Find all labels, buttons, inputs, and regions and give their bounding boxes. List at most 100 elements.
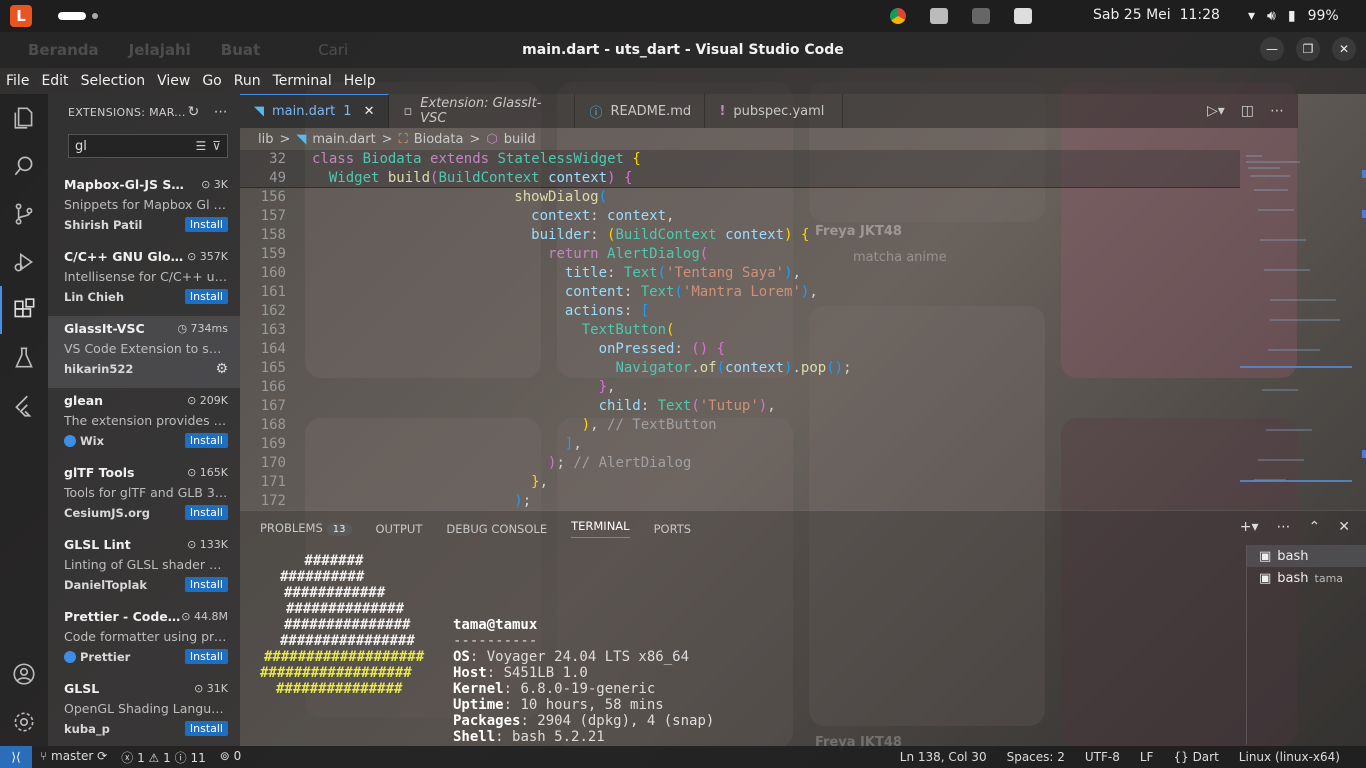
clock[interactable]: Sab 25 Mei 11:28 xyxy=(1093,7,1220,23)
extension-item[interactable]: glTF Tools ⊙ 165K Tools for glTF and GLB 3… xyxy=(48,460,240,532)
install-button[interactable]: Install xyxy=(184,577,228,592)
breadcrumb-item[interactable]: build xyxy=(504,132,536,147)
maximize-button[interactable]: ❐ xyxy=(1296,37,1320,61)
more-actions-icon[interactable]: ⋯ xyxy=(1270,103,1284,119)
remote-icon[interactable]: ⟩⟨ xyxy=(0,746,32,768)
install-button[interactable]: Install xyxy=(184,721,228,736)
menu-terminal[interactable]: Terminal xyxy=(267,73,338,89)
testing-icon[interactable] xyxy=(0,334,48,382)
new-terminal-icon[interactable]: +▾ xyxy=(1240,519,1259,535)
panel-tab-problems[interactable]: PROBLEMS 13 xyxy=(260,521,352,536)
gear-icon[interactable] xyxy=(0,698,48,746)
refresh-icon[interactable]: ↻ xyxy=(188,104,200,120)
platform[interactable]: Linux (linux-x64) xyxy=(1239,750,1340,764)
extension-search-input[interactable]: gl ☰ ⊽ xyxy=(68,134,228,158)
extension-item[interactable]: Mapbox-Gl-JS Sni... ⊙ 3K Snippets for Mapb… xyxy=(48,172,240,244)
cursor-position[interactable]: Ln 138, Col 30 xyxy=(900,750,987,764)
account-icon[interactable] xyxy=(0,650,48,698)
close-button[interactable]: ✕ xyxy=(1332,37,1356,61)
filter-icon[interactable]: ⊽ xyxy=(212,139,221,153)
extensions-icon[interactable] xyxy=(0,286,48,334)
extension-item[interactable]: glean ⊙ 209K The extension provides re... W… xyxy=(48,388,240,460)
split-editor-icon[interactable]: ◫ xyxy=(1241,103,1254,119)
indentation[interactable]: Spaces: 2 xyxy=(1007,750,1065,764)
info-key: Shell xyxy=(453,729,496,745)
source-control-icon[interactable] xyxy=(0,190,48,238)
more-icon[interactable]: ⋯ xyxy=(214,104,228,120)
install-button[interactable]: Install xyxy=(184,217,228,232)
tab-pubspec[interactable]: ! pubspec.yaml xyxy=(705,94,844,128)
ports-icon: ⊚ xyxy=(219,748,230,763)
clipboard-icon[interactable] xyxy=(972,8,990,24)
search-icon[interactable] xyxy=(0,142,48,190)
panel-tab-output[interactable]: OUTPUT xyxy=(376,522,423,536)
terminal-item[interactable]: ▣ bash tama xyxy=(1247,567,1366,589)
terminal-item[interactable]: ▣ bash xyxy=(1247,545,1366,567)
close-panel-icon[interactable]: ✕ xyxy=(1338,519,1350,535)
install-button[interactable]: Install xyxy=(184,649,228,664)
activity-bar xyxy=(0,94,48,746)
minimize-button[interactable]: — xyxy=(1260,37,1284,61)
ports-status[interactable]: ⊚ 0 xyxy=(220,749,242,766)
code-line: Widget build(BuildContext context) { xyxy=(328,170,633,186)
menu-view[interactable]: View xyxy=(151,73,196,89)
extension-item[interactable]: GLSL ⊙ 31K OpenGL Shading Languag... kuba_p… xyxy=(48,676,240,748)
breadcrumb-item[interactable]: lib xyxy=(258,132,273,147)
breadcrumb-item[interactable]: Biodata xyxy=(414,132,464,147)
install-button[interactable]: Install xyxy=(184,433,228,448)
workspace-indicator[interactable] xyxy=(58,12,98,20)
menu-run[interactable]: Run xyxy=(228,73,267,89)
minimap[interactable] xyxy=(1240,150,1366,510)
branch-status[interactable]: ⑂ master ⟳ xyxy=(40,749,107,766)
gear-icon[interactable]: ⚙ xyxy=(215,361,228,377)
breadcrumb-item[interactable]: main.dart xyxy=(312,132,375,147)
extension-item[interactable]: GLSL Lint ⊙ 133K Linting of GLSL shader co… xyxy=(48,532,240,604)
panel-tab-terminal[interactable]: TERMINAL xyxy=(571,519,630,538)
method-icon: ⬡ xyxy=(486,131,498,147)
extension-item[interactable]: Prettier - Code ... ⊙ 44.8M Code formatter… xyxy=(48,604,240,676)
extension-item[interactable]: C/C++ GNU Global ⊙ 357K Intellisense for C… xyxy=(48,244,240,316)
install-button[interactable]: Install xyxy=(184,505,228,520)
workspace-dot[interactable] xyxy=(92,13,98,19)
install-button[interactable]: Install xyxy=(184,289,228,304)
extension-item[interactable]: GlassIt-VSC ◷ 734ms VS Code Extension to s… xyxy=(48,316,240,388)
flutter-icon[interactable] xyxy=(0,382,48,430)
run-icon[interactable]: ▷▾ xyxy=(1207,103,1225,119)
tab-close-icon[interactable]: ✕ xyxy=(364,104,375,119)
panel-tab-ports[interactable]: PORTS xyxy=(654,522,691,536)
menu-file[interactable]: File xyxy=(0,73,35,89)
problems-status[interactable]: ⓧ 1 ⚠ 1 ⓘ 11 xyxy=(121,749,206,766)
more-icon[interactable]: ⋯ xyxy=(1277,519,1291,535)
terminal-output[interactable]: ####### ########## ############ ###########… xyxy=(240,551,1230,747)
info-value: bash 5.2.21 xyxy=(512,729,605,745)
chrome-icon[interactable] xyxy=(890,8,906,24)
end-of-line[interactable]: LF xyxy=(1140,750,1154,764)
mail-icon[interactable] xyxy=(1014,8,1032,24)
system-info-line: OS: Voyager 24.04 LTS x86_64 xyxy=(453,649,689,665)
tab-main-dart[interactable]: ◥ main.dart 1 ✕ xyxy=(240,94,390,128)
code-line: onPressed: () { xyxy=(598,341,726,357)
code-editor[interactable]: 32 49 156 157 158 159 160 161 162 163 164 165 166 167… xyxy=(240,150,1240,510)
language-mode[interactable]: {} Dart xyxy=(1173,750,1218,764)
menu-selection[interactable]: Selection xyxy=(75,73,152,89)
explorer-icon[interactable] xyxy=(0,94,48,142)
code-line: ], xyxy=(564,436,582,452)
tab-extension-glassit[interactable]: ▫ Extension: GlassIt-VSC xyxy=(389,94,576,128)
menu-help[interactable]: Help xyxy=(338,73,382,89)
extension-publisher-row: CesiumJS.org Install xyxy=(64,505,228,520)
workspace-active[interactable] xyxy=(58,12,86,20)
menu-edit[interactable]: Edit xyxy=(35,73,74,89)
system-status[interactable]: ▾ 🔊︎ ▮ 99% xyxy=(1248,0,1339,32)
code-line: Navigator.of(context).pop(); xyxy=(615,360,852,376)
clear-filter-icon[interactable]: ☰ xyxy=(195,139,206,153)
extension-count: ⊙ 44.8M xyxy=(181,610,228,623)
maximize-panel-icon[interactable]: ⌃ xyxy=(1309,519,1321,535)
screenshot-icon[interactable] xyxy=(930,8,948,24)
code-line: title: Text('Tentang Saya'), xyxy=(564,265,801,281)
app-launcher-icon[interactable]: L xyxy=(10,5,32,27)
encoding[interactable]: UTF-8 xyxy=(1085,750,1120,764)
panel-tab-debug-console[interactable]: DEBUG CONSOLE xyxy=(446,522,547,536)
tab-readme[interactable]: ⓘ README.md xyxy=(575,94,706,128)
run-debug-icon[interactable] xyxy=(0,238,48,286)
menu-go[interactable]: Go xyxy=(196,73,227,89)
